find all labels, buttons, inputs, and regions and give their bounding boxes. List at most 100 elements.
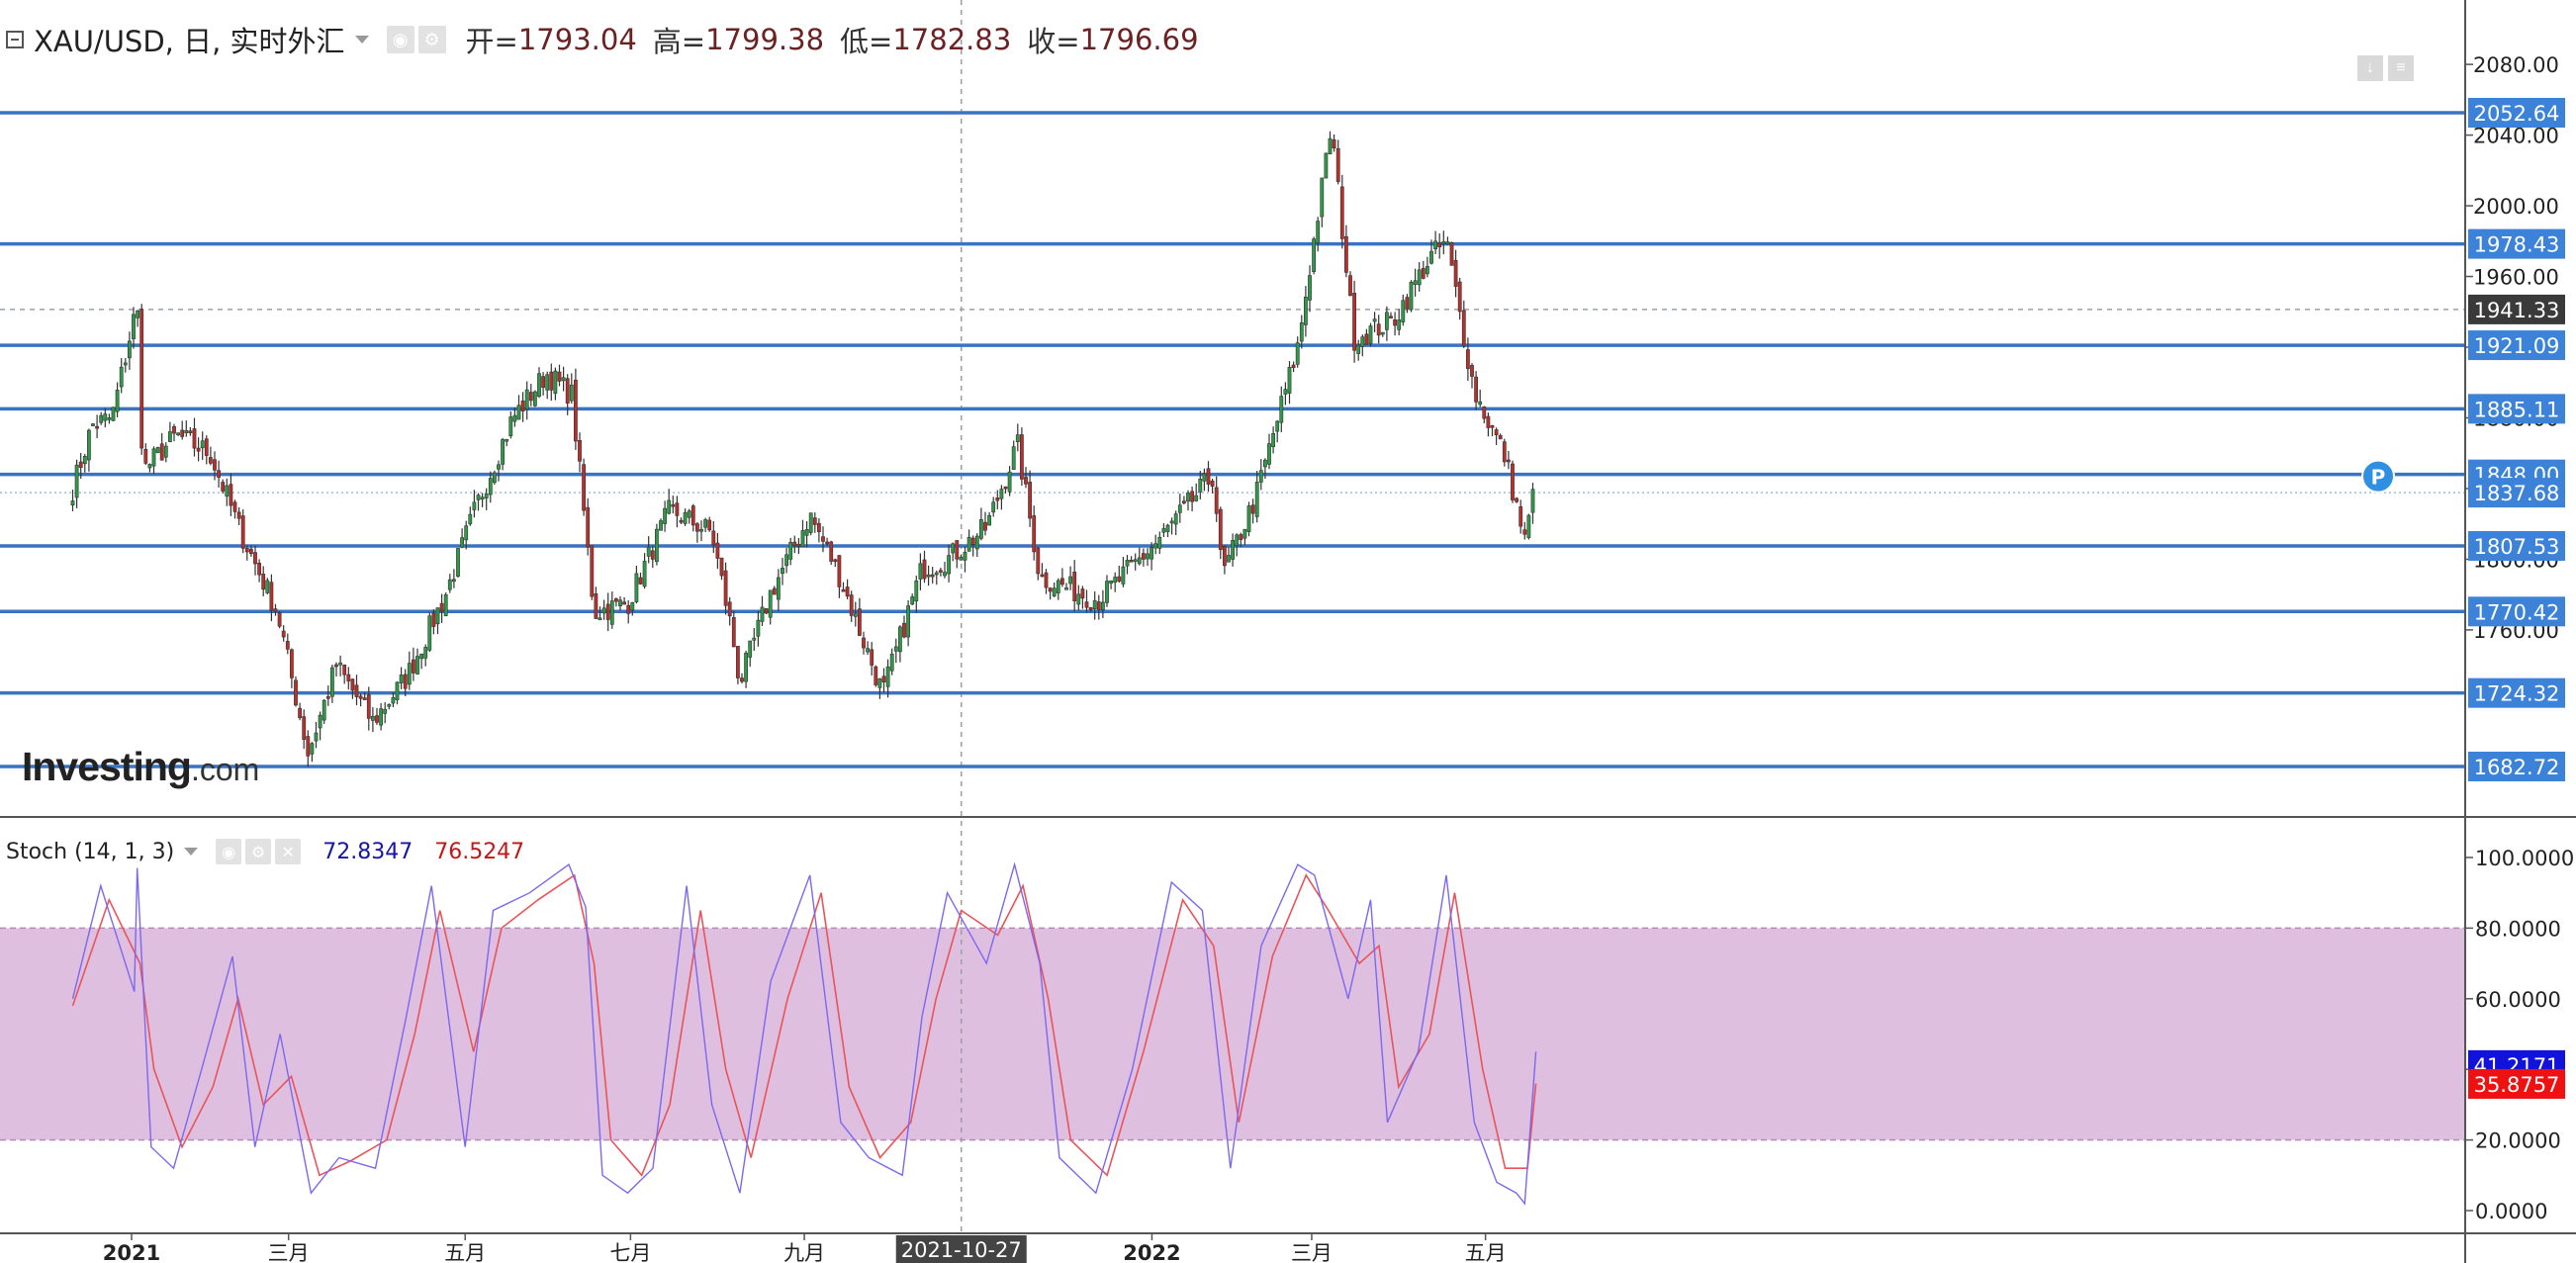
menu-icon[interactable]: ≡	[2388, 55, 2414, 81]
eye-icon[interactable]: ◉	[216, 839, 242, 864]
candle-body	[439, 602, 444, 612]
candle-body	[399, 675, 404, 683]
candle-body	[1150, 547, 1153, 560]
p-marker-label: P	[2371, 466, 2386, 490]
candle-body	[1246, 505, 1251, 532]
candle-body	[683, 511, 688, 524]
candle-body	[796, 543, 801, 547]
candle-body	[978, 518, 983, 539]
candle-body	[370, 716, 375, 721]
minus-box-icon[interactable]	[6, 31, 24, 48]
candle-body	[690, 505, 695, 526]
candle-body	[1498, 435, 1503, 440]
candle-body	[914, 580, 919, 602]
candle-body	[136, 310, 139, 318]
candle-body	[497, 464, 501, 470]
candle-body	[557, 371, 562, 382]
candle-body	[338, 662, 342, 666]
stoch-name[interactable]: Stoch (14, 1, 3)	[6, 840, 174, 864]
candle-body	[719, 557, 724, 577]
candle-body	[403, 674, 408, 689]
candle-body	[464, 525, 469, 541]
candle-body	[155, 447, 160, 454]
candle-body	[91, 423, 95, 426]
stoch-d-badge-label: 35.8757	[2474, 1073, 2560, 1097]
price-tick-label: 2040.00	[2473, 125, 2559, 148]
candle-body	[472, 501, 477, 510]
candle-body	[1258, 470, 1263, 483]
candle-body	[605, 603, 610, 620]
candle-body	[549, 371, 554, 391]
candle-body	[816, 522, 821, 533]
candle-body	[541, 376, 545, 388]
logo-brand: Investing	[22, 744, 192, 789]
eye-icon[interactable]: ◉	[386, 26, 414, 53]
candle-body	[1502, 441, 1507, 463]
candle-body	[1413, 280, 1418, 285]
candle-body	[99, 414, 104, 423]
candle-body	[528, 392, 533, 402]
candle-body	[1096, 601, 1101, 610]
price-chart[interactable]: 1760.001800.001840.001880.001920.001960.…	[0, 0, 2576, 1263]
candle-body	[752, 637, 757, 641]
candle-body	[1401, 300, 1406, 322]
candle-body	[723, 570, 728, 606]
candle-body	[537, 373, 541, 398]
instrument-title[interactable]: XAU/USD, 日, 实时外汇	[34, 19, 345, 60]
candle-body	[1011, 446, 1016, 471]
candle-body	[151, 448, 156, 467]
candle-body	[586, 506, 591, 548]
candle-body	[999, 489, 1004, 499]
close-icon[interactable]: ✕	[275, 839, 302, 864]
candle-body	[837, 555, 842, 587]
candle-body	[1324, 152, 1329, 179]
candle-body	[788, 542, 793, 560]
candle-body	[1105, 581, 1109, 603]
candle-body	[1088, 606, 1093, 610]
candle-body	[468, 513, 473, 525]
candle-body	[1084, 601, 1089, 608]
candle-body	[95, 425, 99, 429]
candle-body	[167, 431, 172, 443]
candle-body	[289, 649, 294, 678]
candle-body	[318, 714, 322, 729]
time-tick-label: 七月	[609, 1241, 651, 1263]
candle-body	[922, 559, 927, 580]
candle-body	[974, 535, 979, 550]
level-badge-label: 1978.43	[2474, 233, 2560, 257]
candle-body	[232, 501, 237, 512]
candle-body	[1364, 333, 1369, 345]
candle-body	[1295, 342, 1300, 365]
candle-body	[659, 520, 663, 531]
candle-body	[877, 677, 882, 688]
download-icon[interactable]: ↓	[2357, 55, 2383, 81]
stoch-tick-label: 0.0000	[2475, 1200, 2547, 1223]
candle-body	[350, 678, 355, 691]
level-badge-label: 1921.09	[2474, 334, 2560, 358]
price-tick-label: 2080.00	[2473, 53, 2559, 77]
dropdown-caret-icon[interactable]	[184, 848, 199, 856]
candle-body	[257, 562, 261, 576]
candle-body	[508, 416, 513, 437]
dropdown-caret-icon[interactable]	[354, 36, 369, 44]
candle-body	[902, 622, 906, 638]
candle-body	[703, 519, 707, 528]
candle-body	[857, 608, 862, 636]
candle-body	[1015, 434, 1020, 442]
candle-body	[1271, 433, 1275, 448]
candle-body	[1190, 491, 1194, 502]
candle-body	[1056, 580, 1060, 593]
candle-body	[346, 674, 351, 681]
gear-icon[interactable]: ⚙	[417, 26, 446, 53]
candle-body	[1384, 312, 1389, 330]
candle-body	[947, 555, 951, 575]
gear-icon[interactable]: ⚙	[245, 839, 272, 864]
candle-body	[411, 659, 415, 674]
candle-body	[829, 541, 834, 562]
candle-body	[565, 378, 570, 405]
candle-body	[1320, 177, 1325, 218]
candle-body	[1526, 514, 1531, 538]
candle-body	[650, 550, 655, 560]
high-label: 高=	[652, 25, 706, 58]
candle-body	[1283, 389, 1288, 395]
